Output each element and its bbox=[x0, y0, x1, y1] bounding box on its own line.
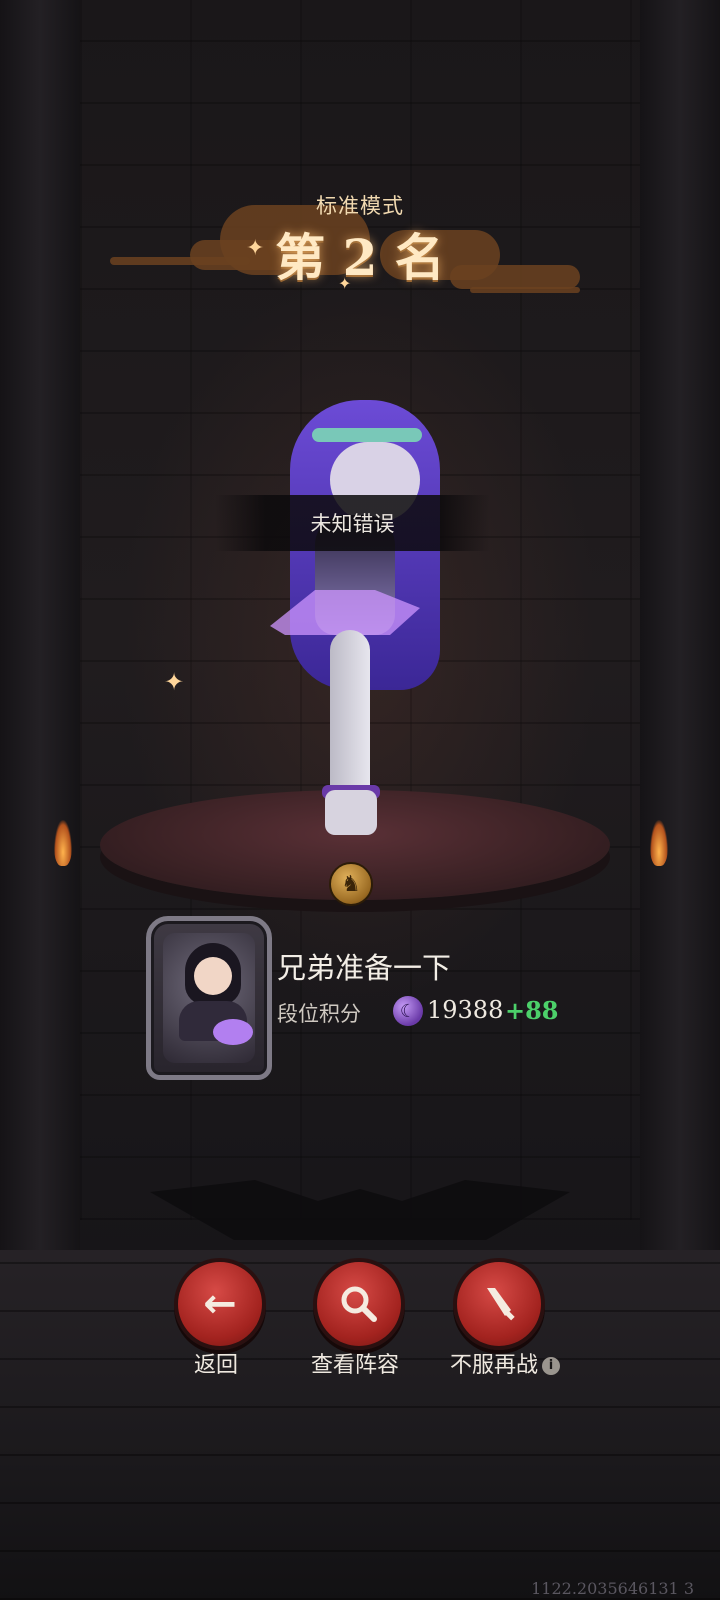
back-button[interactable]: ← bbox=[174, 1258, 266, 1350]
crescent-rank-icon: ☾ bbox=[393, 996, 423, 1026]
coordinate-readout: 1122.2035646131 3 bbox=[531, 1579, 694, 1598]
horse-medal-icon[interactable]: ♞ bbox=[329, 862, 373, 906]
rematch-label-text: 不服再战 bbox=[449, 1353, 538, 1378]
magnifier-icon bbox=[341, 1286, 377, 1322]
player-avatar[interactable] bbox=[146, 916, 272, 1080]
sparkle-icon: ✦ bbox=[164, 668, 185, 696]
game-mode-label: 标准模式 bbox=[316, 194, 404, 218]
player-name: 兄弟准备一下 bbox=[277, 951, 452, 985]
rank-score-delta: +88 bbox=[505, 996, 559, 1025]
rank-score-label: 段位积分 bbox=[277, 1002, 361, 1026]
sword-icon bbox=[487, 1288, 515, 1321]
sparkle-icon: ✦ bbox=[338, 274, 352, 293]
info-icon[interactable]: i bbox=[542, 1357, 560, 1375]
view-lineup-button[interactable] bbox=[313, 1258, 405, 1350]
rematch-label[interactable]: 不服再战 i bbox=[440, 1347, 570, 1379]
view-lineup-label[interactable]: 查看阵容 bbox=[300, 1347, 410, 1379]
left-torch-icon bbox=[54, 820, 72, 866]
right-torch-icon bbox=[650, 820, 668, 866]
back-button-label[interactable]: 返回 bbox=[170, 1347, 262, 1379]
character-model bbox=[230, 390, 490, 850]
rank-score-value: 19388 bbox=[427, 996, 504, 1024]
arrow-left-icon: ← bbox=[203, 1281, 237, 1327]
rank-title: 第 2 名 bbox=[275, 228, 445, 287]
sparkle-icon: ✦ bbox=[246, 236, 265, 261]
rematch-button[interactable] bbox=[453, 1258, 545, 1350]
error-toast: 未知错误 bbox=[215, 495, 490, 551]
error-toast-text: 未知错误 bbox=[310, 512, 395, 536]
